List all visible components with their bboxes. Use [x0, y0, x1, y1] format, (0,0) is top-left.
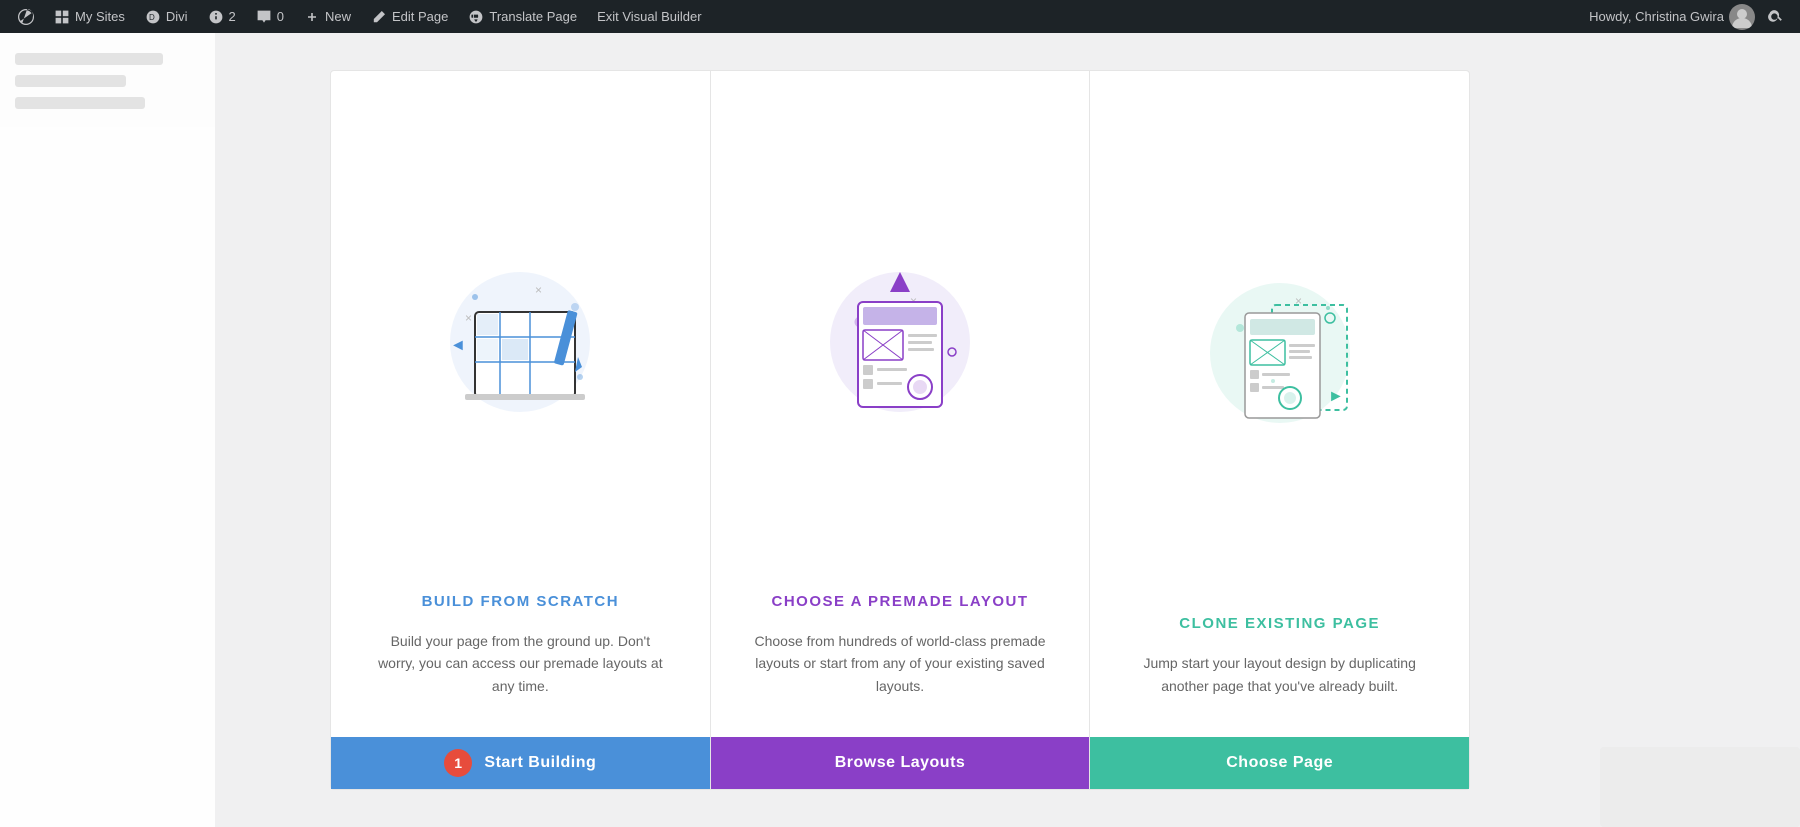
card-build-from-scratch: × × ◄: [330, 70, 711, 790]
divi-label: Divi: [166, 9, 188, 24]
user-avatar[interactable]: [1729, 4, 1755, 30]
svg-text:D: D: [149, 13, 155, 22]
card-2-title: CHOOSE A PREMADE LAYOUT: [741, 593, 1058, 610]
translate-label: Translate Page: [489, 9, 577, 24]
main-content: × × ◄: [0, 33, 1800, 827]
new-item[interactable]: New: [294, 0, 361, 33]
choose-page-label: Choose Page: [1226, 754, 1333, 772]
sidebar-hint: [0, 33, 215, 827]
svg-text:×: ×: [465, 311, 472, 325]
browse-layouts-button[interactable]: Browse Layouts: [711, 737, 1090, 789]
card-3-title: CLONE EXISTING PAGE: [1149, 615, 1410, 632]
translate-item[interactable]: Translate Page: [458, 0, 587, 33]
choose-page-button[interactable]: Choose Page: [1090, 737, 1469, 789]
scrollbar-hint: [1600, 747, 1800, 827]
wp-logo[interactable]: [8, 0, 44, 33]
card-2-illustration: × —: [711, 71, 1090, 593]
start-building-badge: 1: [444, 749, 472, 777]
svg-text:►: ►: [1328, 388, 1344, 405]
divi-item[interactable]: D Divi: [135, 0, 198, 33]
user-greeting: Howdy, Christina Gwira: [1589, 9, 1724, 24]
search-icon[interactable]: [1760, 7, 1792, 26]
card-3-desc: Jump start your layout design by duplica…: [1090, 652, 1469, 697]
card-choose-layout: × —: [711, 70, 1091, 790]
cards-container: × × ◄: [330, 70, 1470, 790]
updates-count: 2: [229, 9, 236, 24]
card-2-desc: Choose from hundreds of world-class prem…: [711, 630, 1090, 697]
exit-label: Exit Visual Builder: [597, 9, 702, 24]
card-1-illustration: × × ◄: [331, 71, 710, 593]
new-label: New: [325, 9, 351, 24]
card-clone-page: × ►: [1090, 70, 1470, 790]
start-building-label: Start Building: [484, 754, 596, 772]
browse-layouts-label: Browse Layouts: [835, 754, 966, 772]
start-building-button[interactable]: 1 Start Building: [331, 737, 710, 789]
edit-page-label: Edit Page: [392, 9, 448, 24]
svg-text:◄: ◄: [450, 337, 466, 354]
svg-text:×: ×: [535, 283, 542, 297]
card-1-desc: Build your page from the ground up. Don'…: [331, 630, 710, 697]
comments-count: 0: [277, 9, 284, 24]
admin-bar: My Sites D Divi 2 0 New Edit Page Transl…: [0, 0, 1800, 33]
my-sites-item[interactable]: My Sites: [44, 0, 135, 33]
exit-visual-builder-item[interactable]: Exit Visual Builder: [587, 0, 712, 33]
admin-bar-right: Howdy, Christina Gwira: [1589, 4, 1792, 30]
edit-page-item[interactable]: Edit Page: [361, 0, 458, 33]
updates-item[interactable]: 2: [198, 0, 246, 33]
card-1-title: BUILD FROM SCRATCH: [392, 593, 650, 610]
my-sites-label: My Sites: [75, 9, 125, 24]
card-3-illustration: × ►: [1090, 71, 1469, 615]
comments-item[interactable]: 0: [246, 0, 294, 33]
